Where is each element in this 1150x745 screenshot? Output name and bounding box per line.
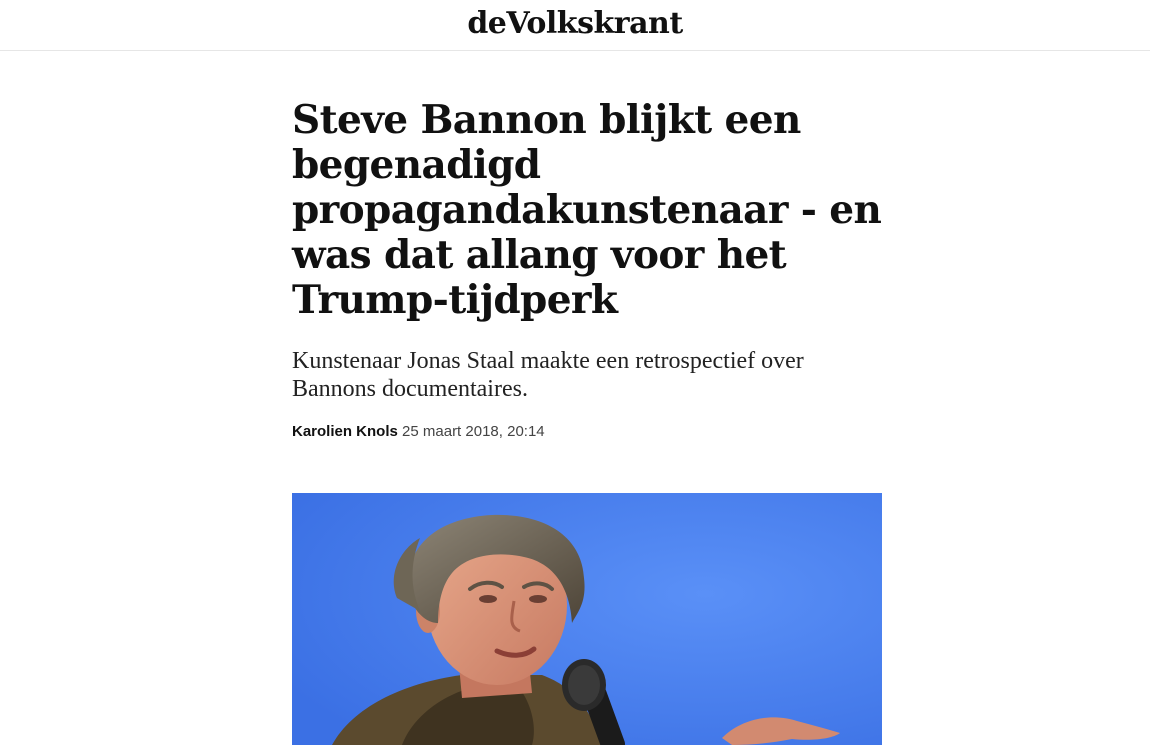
hero-photo (292, 493, 882, 745)
article-headline: Steve Bannon blijkt een begenadigd propa… (292, 97, 882, 323)
author-link[interactable]: Karolien Knols (292, 423, 398, 440)
publish-date: 25 maart 2018, 20:14 (402, 423, 545, 440)
article-intro: Kunstenaar Jonas Staal maakte een retros… (292, 348, 804, 402)
byline: Karolien Knols 25 maart 2018, 20:14 (292, 423, 892, 441)
site-header: deVolkskrant (0, 0, 1150, 51)
article: Steve Bannon blijkt een begenadigd propa… (292, 98, 892, 441)
speaker-photo-illustration (292, 493, 882, 745)
site-logo[interactable]: deVolkskrant (0, 2, 1150, 46)
